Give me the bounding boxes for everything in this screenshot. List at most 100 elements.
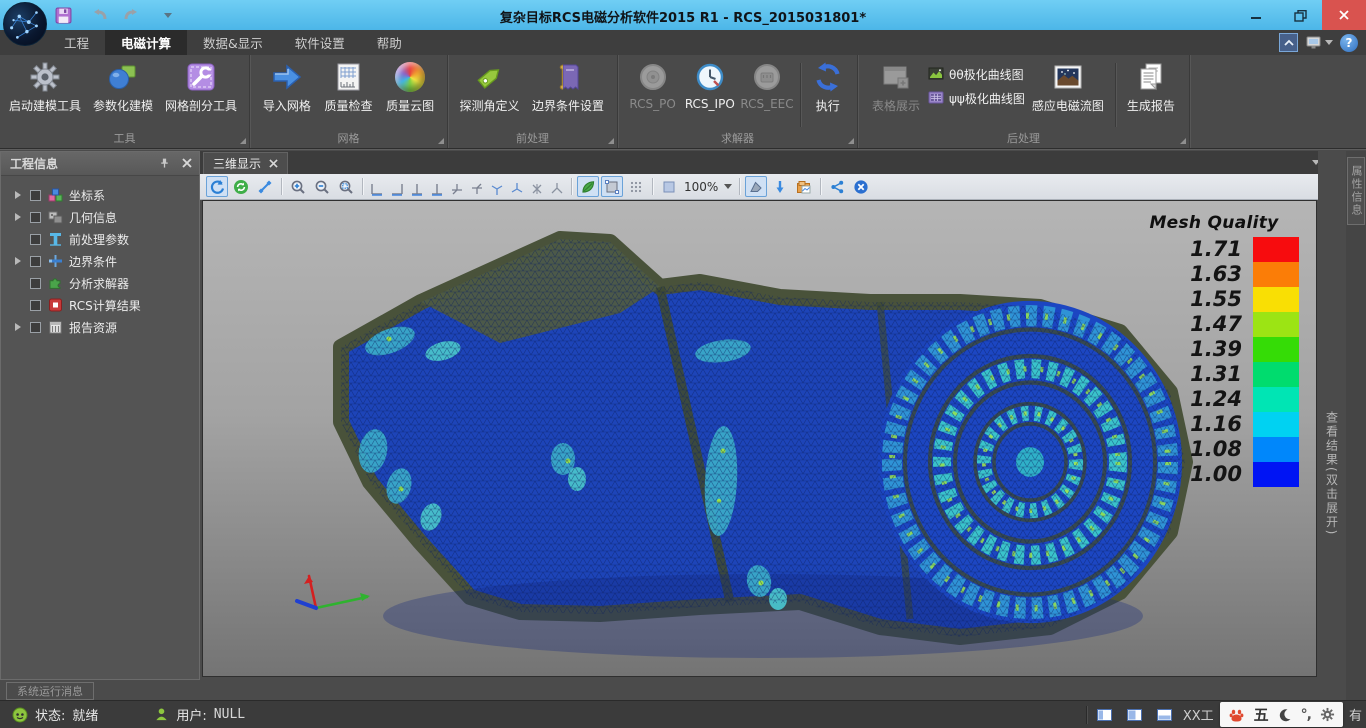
boundary-settings-button[interactable]: 边界条件设置	[525, 59, 611, 114]
group-expand-icon[interactable]	[438, 138, 444, 144]
table-display-button[interactable]: 表格展示	[864, 59, 928, 114]
view-iso-3-button[interactable]	[528, 177, 546, 196]
rcs-eec-button[interactable]: RCS_EEC	[738, 59, 795, 111]
close-icon[interactable]	[181, 157, 193, 169]
save-button[interactable]	[52, 4, 74, 26]
checkbox[interactable]	[30, 212, 41, 223]
pan-button[interactable]	[254, 176, 276, 197]
results-collapsed-strip[interactable]: 查看结果(双击展开)	[1318, 151, 1346, 677]
capture-button[interactable]	[793, 176, 815, 197]
view-back-button[interactable]	[388, 177, 406, 196]
probe-angle-button[interactable]: 探测角定义	[454, 59, 525, 114]
expander-icon[interactable]	[15, 191, 24, 200]
collapse-ribbon-button[interactable]	[1279, 33, 1298, 52]
layout-bottom-panel-button[interactable]	[1153, 704, 1177, 726]
tree-item-boundary-condition[interactable]: 边界条件	[1, 250, 199, 272]
tree-item-preprocess-params[interactable]: 前处理参数	[1, 228, 199, 250]
ime-wubi-toggle[interactable]: 五	[1254, 704, 1269, 725]
zoom-in-button[interactable]	[287, 176, 309, 197]
tab-help[interactable]: 帮助	[361, 30, 418, 55]
tab-project[interactable]: 工程	[48, 30, 105, 55]
quickbar-dropdown-button[interactable]	[157, 4, 179, 26]
view-left-button[interactable]	[408, 177, 426, 196]
view-iso-4-button[interactable]	[548, 177, 566, 196]
checkbox[interactable]	[30, 256, 41, 267]
help-button[interactable]: ?	[1340, 34, 1358, 52]
execute-button[interactable]: 执行	[805, 59, 851, 114]
theta-polar-curve-button[interactable]: θθ极化曲线图	[928, 65, 1025, 83]
drop-view-button[interactable]	[769, 176, 791, 197]
blue-down-arrow-icon	[772, 179, 788, 195]
properties-tab[interactable]: 属性信息	[1347, 157, 1365, 225]
display-style-button[interactable]	[1305, 35, 1333, 51]
view-front-button[interactable]	[368, 177, 386, 196]
quality-cloud-map-button[interactable]: 质量云图	[379, 59, 441, 114]
pin-icon[interactable]	[158, 157, 171, 170]
wireframe-points-button[interactable]	[625, 176, 647, 197]
smooth-shade-button[interactable]	[577, 176, 599, 197]
zoom-level-value[interactable]: 100%	[684, 180, 718, 194]
generate-report-button[interactable]: 生成报告	[1120, 59, 1182, 114]
minimize-button[interactable]	[1234, 0, 1278, 30]
group-expand-icon[interactable]	[240, 138, 246, 144]
tab-settings[interactable]: 软件设置	[279, 30, 361, 55]
mesh-partition-tool-button[interactable]: 网格剖分工具	[162, 59, 240, 114]
layout-left-panel-button[interactable]	[1093, 704, 1117, 726]
view-iso-1-button[interactable]	[488, 177, 506, 196]
quality-check-button[interactable]: 质量检查	[318, 59, 380, 114]
checkbox[interactable]	[30, 234, 41, 245]
checkbox[interactable]	[30, 190, 41, 201]
tree-item-rcs-results[interactable]: RCS计算结果	[1, 294, 199, 316]
layout-wide-left-panel-button[interactable]	[1123, 704, 1147, 726]
induced-current-map-button[interactable]: 感应电磁流图	[1025, 59, 1111, 114]
close-button[interactable]	[1322, 0, 1366, 30]
group-expand-icon[interactable]	[848, 138, 854, 144]
system-messages-tab[interactable]: 系统运行消息	[6, 682, 94, 700]
checkbox[interactable]	[30, 322, 41, 333]
view-iso-2-button[interactable]	[508, 177, 526, 196]
group-expand-icon[interactable]	[1180, 138, 1186, 144]
tree-item-coordinate-system[interactable]: 坐标系	[1, 184, 199, 206]
restore-button[interactable]	[1278, 0, 1322, 30]
close-icon[interactable]	[269, 159, 278, 168]
tree-item-solver[interactable]: 分析求解器	[1, 272, 199, 294]
tab-data-display[interactable]: 数据&显示	[187, 30, 279, 55]
view-right-button[interactable]	[428, 177, 446, 196]
checkbox[interactable]	[30, 300, 41, 311]
ime-paw-icon[interactable]	[1228, 707, 1245, 723]
psi-polar-curve-button[interactable]: ψψ极化曲线图	[928, 89, 1025, 107]
undo-button[interactable]	[87, 4, 109, 26]
view-bottom-button[interactable]	[468, 177, 486, 196]
share-export-button[interactable]	[826, 176, 848, 197]
zoom-extents-button[interactable]	[335, 176, 357, 197]
tree-item-report-resources[interactable]: 报告资源	[1, 316, 199, 338]
group-expand-icon[interactable]	[608, 138, 614, 144]
zoom-out-button[interactable]	[311, 176, 333, 197]
parametric-modeling-button[interactable]: 参数化建模	[84, 59, 162, 114]
import-mesh-button[interactable]: 导入网格	[256, 59, 318, 114]
orbit-rotate-button[interactable]	[206, 176, 228, 197]
rcs-po-button[interactable]: RCS_PO	[624, 59, 681, 111]
refresh-view-button[interactable]	[230, 176, 252, 197]
expander-icon[interactable]	[15, 213, 24, 222]
rcs-ipo-button[interactable]: RCS_IPO	[681, 59, 738, 111]
launch-modeler-button[interactable]: 启动建模工具	[6, 59, 84, 114]
flat-shade-button[interactable]	[601, 176, 623, 197]
tab-em-compute[interactable]: 电磁计算	[105, 30, 187, 55]
tab-3d-display[interactable]: 三维显示	[203, 152, 288, 174]
3d-viewport[interactable]: Mesh Quality 1.71 1.63 1.55 1.47 1.39 1.…	[202, 200, 1317, 677]
ime-gear-icon[interactable]	[1320, 707, 1335, 722]
expander-icon[interactable]	[15, 323, 24, 332]
expander-icon[interactable]	[15, 257, 24, 266]
zoom-dropdown[interactable]	[724, 184, 732, 189]
zoom-scale-button[interactable]	[658, 176, 680, 197]
ime-moon-icon[interactable]	[1278, 708, 1292, 722]
ime-punctuation-toggle[interactable]: °,	[1301, 707, 1311, 723]
app-logo[interactable]	[3, 2, 47, 46]
checkbox[interactable]	[30, 278, 41, 289]
tree-item-geometry-info[interactable]: 几何信息	[1, 206, 199, 228]
view-top-button[interactable]	[448, 177, 466, 196]
redo-button[interactable]	[122, 4, 144, 26]
close-view-button[interactable]	[850, 176, 872, 197]
clip-plane-button[interactable]	[745, 176, 767, 197]
